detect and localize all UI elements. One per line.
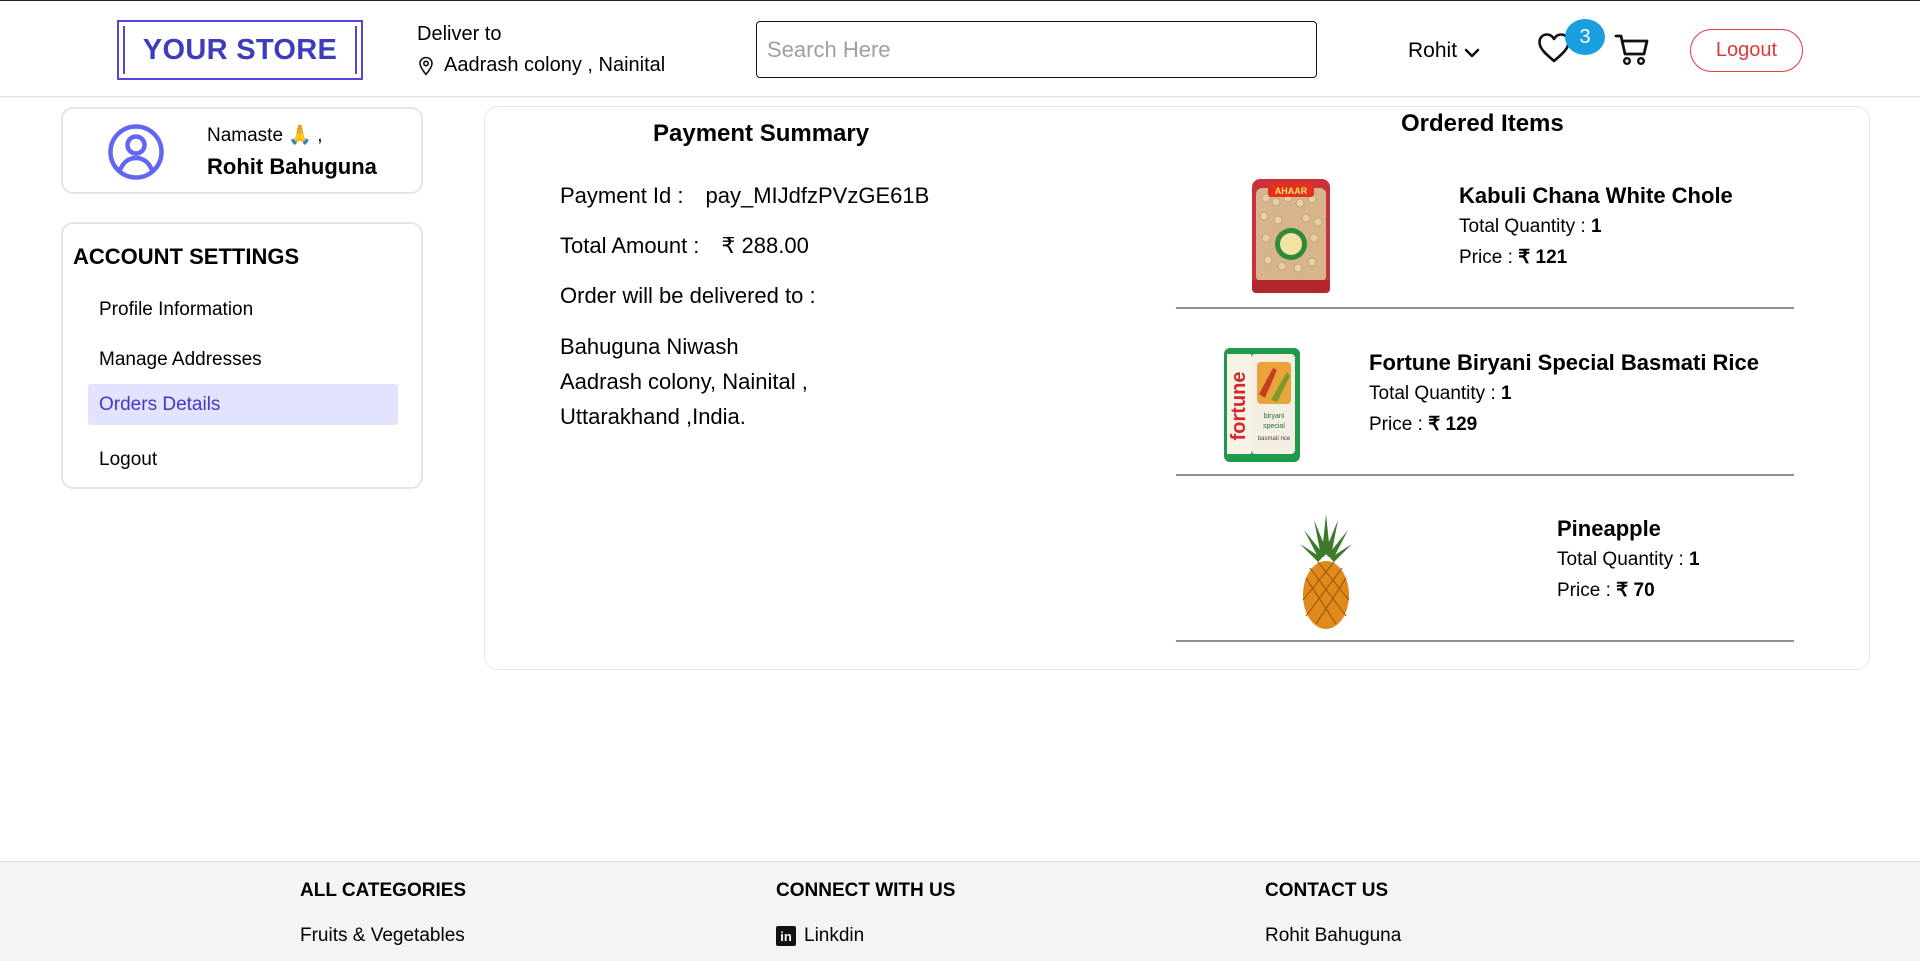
footer-contact-title: CONTACT US <box>1265 880 1389 901</box>
account-settings-title: ACCOUNT SETTINGS <box>73 244 300 269</box>
footer-contact-column: CONTACT US Rohit Bahuguna <box>1265 880 1401 947</box>
user-menu-dropdown[interactable]: Rohit <box>1408 39 1480 63</box>
account-settings-panel: ACCOUNT SETTINGS Profile Information Man… <box>61 222 423 489</box>
item-quantity: Total Quantity : 1 <box>1369 383 1512 404</box>
sidebar-item-manage-addresses[interactable]: Manage Addresses <box>88 339 398 380</box>
location-pin-icon <box>419 56 433 76</box>
payment-id-line: Payment Id : pay_MIJdfzPVzGE61B <box>560 183 929 209</box>
rice-pack-image: fortune biryani special basmati rice <box>1224 348 1300 462</box>
svg-text:basmati rice: basmati rice <box>1258 436 1291 442</box>
linkedin-label: Linkdin <box>804 925 865 946</box>
payment-id-value: pay_MIJdfzPVzGE61B <box>705 183 930 208</box>
footer-categories-title: ALL CATEGORIES <box>300 880 467 901</box>
greeting-text: Namaste 🙏 , <box>207 125 323 146</box>
search-input[interactable] <box>756 21 1317 78</box>
address-line: Uttarakhand ,India. <box>560 404 746 429</box>
item-price: Price : ₹ 129 <box>1369 414 1478 435</box>
footer-connect-title: CONNECT WITH US <box>776 880 956 901</box>
address-line: Bahuguna Niwash <box>560 334 739 359</box>
svg-text:AHAAR: AHAAR <box>1275 186 1308 196</box>
delivery-address: Bahuguna Niwash Aadrash colony, Nainital… <box>560 329 808 434</box>
address-line: Aadrash colony, Nainital , <box>560 369 808 394</box>
svg-text:biryani: biryani <box>1264 413 1285 420</box>
ordered-items-title: Ordered Items <box>1401 110 1564 137</box>
item-price: Price : ₹ 70 <box>1557 580 1655 601</box>
sidebar-item-orders-details[interactable]: Orders Details <box>88 384 398 425</box>
item-quantity: Total Quantity : 1 <box>1557 549 1700 570</box>
item-name: Pineapple <box>1557 516 1661 541</box>
pineapple-image <box>1300 514 1352 629</box>
payment-summary-title: Payment Summary <box>653 120 870 147</box>
item-quantity: Total Quantity : 1 <box>1459 216 1602 237</box>
top-header: YOUR STORE Deliver to Aadrash colony , N… <box>0 0 1920 97</box>
footer-connect-column: CONNECT WITH US in Linkdin <box>776 880 955 947</box>
item-name: Kabuli Chana White Chole <box>1459 183 1733 208</box>
store-logo-text: YOUR STORE <box>123 26 357 74</box>
item-price: Price : ₹ 121 <box>1459 247 1568 268</box>
deliver-to-block[interactable]: Deliver to Aadrash colony , Nainital <box>417 23 665 77</box>
chickpea-pack-image: AHAAR <box>1252 179 1330 293</box>
item-name: Fortune Biryani Special Basmati Rice <box>1369 350 1760 375</box>
payment-id-label: Payment Id : <box>560 183 684 208</box>
user-name: Rohit <box>1408 39 1458 62</box>
delivery-label: Order will be delivered to : <box>560 283 816 308</box>
site-footer: ALL CATEGORIES Fruits & Vegetables CONNE… <box>0 861 1920 961</box>
total-amount-line: Total Amount : ₹ 288.00 <box>560 233 809 259</box>
footer-link-linkedin[interactable]: in Linkdin <box>776 925 955 947</box>
wishlist-count-badge: 3 <box>1565 19 1605 55</box>
ordered-item-row: AHAAR Kabuli Chana White Chole Total Qua… <box>1176 143 1794 309</box>
chevron-down-icon <box>1464 48 1480 57</box>
footer-link-fruits-vegetables[interactable]: Fruits & Vegetables <box>300 925 466 947</box>
svg-text:fortune: fortune <box>1228 372 1250 441</box>
total-amount-label: Total Amount : <box>560 233 700 258</box>
svg-text:special: special <box>1263 423 1285 430</box>
sidebar-item-logout[interactable]: Logout <box>88 439 398 480</box>
header-logout-button[interactable]: Logout <box>1690 29 1803 72</box>
deliver-to-label: Deliver to <box>417 23 502 45</box>
user-avatar-icon <box>108 124 164 180</box>
profile-name: Rohit Bahuguna <box>207 154 377 179</box>
deliver-location-text: Aadrash colony , Nainital <box>444 54 666 76</box>
store-logo[interactable]: YOUR STORE <box>117 20 363 80</box>
linkedin-icon: in <box>776 926 796 946</box>
total-amount-value: ₹ 288.00 <box>721 233 809 258</box>
footer-categories-column: ALL CATEGORIES Fruits & Vegetables <box>300 880 466 947</box>
profile-card: Namaste 🙏 , Rohit Bahuguna <box>61 107 423 194</box>
sidebar-item-profile-information[interactable]: Profile Information <box>88 289 398 330</box>
ordered-item-row: fortune biryani special basmati rice For… <box>1176 310 1794 476</box>
footer-contact-name[interactable]: Rohit Bahuguna <box>1265 925 1401 947</box>
ordered-item-row: Pineapple Total Quantity : 1 Price : ₹ 7… <box>1176 476 1794 642</box>
cart-icon[interactable] <box>1614 32 1650 66</box>
